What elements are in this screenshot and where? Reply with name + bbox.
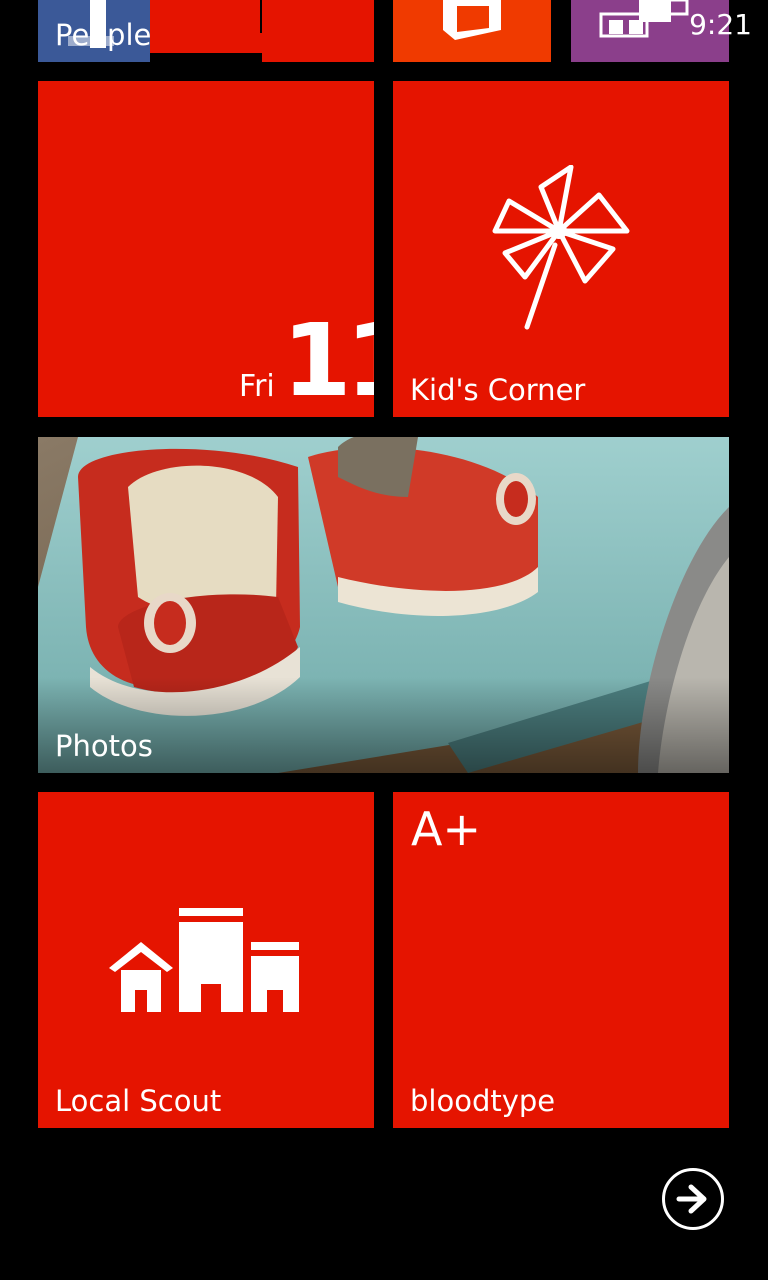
people-tile[interactable]: People	[38, 0, 374, 62]
kids-corner-tile[interactable]: Kid's Corner	[393, 81, 729, 417]
photos-tile[interactable]: Photos	[38, 437, 729, 773]
pinwheel-icon	[492, 165, 630, 330]
local-scout-label: Local Scout	[55, 1084, 222, 1118]
bloodtype-tile[interactable]: A+ bloodtype	[393, 792, 729, 1128]
people-label: People	[55, 18, 152, 52]
people-photo-black	[150, 53, 262, 62]
office-tile[interactable]	[393, 0, 551, 62]
photos-label: Photos	[55, 729, 153, 763]
app-list-button[interactable]	[662, 1168, 724, 1230]
calendar-tile[interactable]: Fri 11	[38, 81, 374, 417]
arrow-right-circle-icon	[676, 1184, 707, 1214]
people-photo-black-2	[260, 0, 262, 33]
local-scout-tile[interactable]: Local Scout	[38, 792, 374, 1128]
photos-tile-image	[38, 437, 729, 773]
calendar-day: Fri	[239, 369, 275, 404]
bloodtype-label: bloodtype	[410, 1084, 556, 1118]
kids-corner-label: Kid's Corner	[410, 373, 586, 407]
start-screen: 9:21 People Fri 11	[0, 0, 768, 1280]
office-icon	[443, 0, 501, 40]
status-time: 9:21	[689, 8, 752, 41]
calendar-date: 11	[282, 302, 374, 417]
buildings-icon	[109, 908, 299, 1012]
bloodtype-badge: A+	[411, 802, 482, 856]
